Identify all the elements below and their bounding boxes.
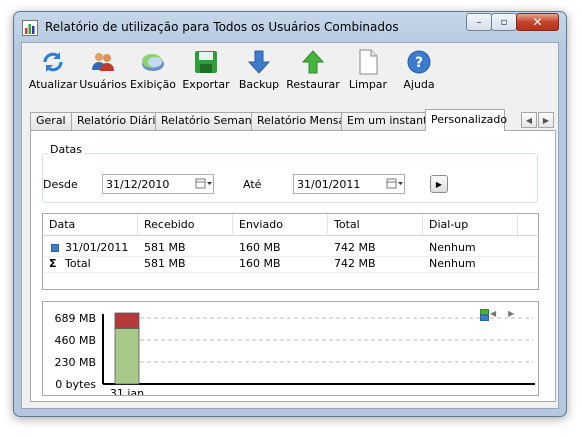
clear-label: Limpar [348,78,388,91]
row-sent: 160 MB [239,241,281,254]
view-label: Exibição [129,78,177,91]
minimize-button[interactable]: – [466,13,492,31]
export-label: Exportar [182,78,230,91]
apply-dates-button[interactable]: ▶ [430,175,448,193]
svg-text:?: ? [415,55,423,71]
to-date-picker[interactable]: 31/01/2011 [293,174,405,194]
usage-chart: 0 bytes 230 MB 460 MB 689 MB 31 jan ◀ ▶ [42,301,539,396]
from-date-picker[interactable]: 31/12/2010 [102,174,214,194]
from-label: Desde [43,178,78,191]
chart-nav: ◀ ▶ [480,309,514,321]
y-tick-label: 689 MB [54,312,96,325]
to-label: Até [243,178,262,191]
legend-icon[interactable] [480,309,489,321]
table-header: Data Recebido Enviado Total Dial-up [43,214,538,236]
close-button[interactable]: ✕ [516,13,559,31]
backup-button[interactable]: Backup [238,49,280,103]
usage-table: Data Recebido Enviado Total Dial-up 31/0… [42,213,539,290]
column-recebido[interactable]: Recebido [138,214,233,235]
table-row-total[interactable]: Σ Total 581 MB 160 MB 742 MB Nenhum [43,256,538,272]
row-sent: 160 MB [239,257,281,270]
backup-label: Backup [238,78,280,91]
arrow-down-icon [247,50,271,74]
refresh-label: Atualizar [28,78,78,91]
column-enviado[interactable]: Enviado [233,214,328,235]
bar-segment [114,327,140,385]
tab-em-um-instante[interactable]: Em um instante [341,112,434,130]
row-date: 31/01/2011 [65,241,129,254]
row-dialup: Nenhum [429,241,476,254]
export-button[interactable]: Exportar [182,49,230,103]
main-window: Relatório de utilização para Todos os Us… [13,11,567,417]
users-button[interactable]: Usuários [79,49,127,103]
row-dialup: Nenhum [429,257,476,270]
row-received: 581 MB [144,257,186,270]
row-date: Total [65,257,91,270]
document-icon [359,49,378,75]
tab-geral[interactable]: Geral [30,112,72,130]
column-dialup[interactable]: Dial-up [423,214,518,235]
dates-group-label: Datas [48,143,84,156]
help-button[interactable]: ? Ajuda [400,49,438,103]
calendar-dropdown-icon[interactable] [386,175,404,193]
y-tick-label: 460 MB [54,334,96,347]
toolbar: Atualizar Usuários Exibição Exportar Bac… [22,43,558,109]
day-icon [51,240,59,256]
app-chart-icon [22,20,38,36]
table-row[interactable]: 31/01/2011 581 MB 160 MB 742 MB Nenhum [43,240,538,256]
view-button[interactable]: Exibição [130,49,176,103]
tab-scroll-right-button[interactable]: ▶ [538,112,554,128]
column-data[interactable]: Data [43,214,138,235]
x-tick-label: 31 jan [110,387,144,395]
users-label: Usuários [79,78,127,91]
help-icon: ? [407,50,431,74]
calendar-dropdown-icon[interactable] [195,175,213,193]
users-icon [92,53,114,71]
tab-panel-personalizado: Datas Desde 31/12/2010 Até 31/01/2011 ▶ … [30,130,556,402]
restore-button[interactable]: Restaurar [286,49,340,103]
play-icon: ▶ [435,179,443,189]
window-title: Relatório de utilização para Todos os Us… [45,20,399,34]
y-tick-label: 230 MB [54,356,96,369]
refresh-icon [43,52,63,72]
save-icon [195,51,217,73]
row-received: 581 MB [144,241,186,254]
view-icon [142,54,164,71]
tab-strip: Geral Relatório Diário Relatório Semanal… [30,109,534,131]
tab-personalizado[interactable]: Personalizado [425,109,507,131]
caption-buttons: – ▫ ✕ [466,13,559,31]
tab-relatorio-diario[interactable]: Relatório Diário [71,112,162,130]
clear-button[interactable]: Limpar [349,49,387,103]
row-total: 742 MB [334,241,376,254]
tab-scroll-buttons: ◀ ▶ [521,112,555,128]
bar-segment [114,312,140,329]
chart-next-icon[interactable]: ▶ [508,309,514,318]
row-total: 742 MB [334,257,376,270]
maximize-button[interactable]: ▫ [491,13,517,31]
usage-chart-svg: 0 bytes 230 MB 460 MB 689 MB 31 jan [54,312,535,395]
to-date-value: 31/01/2011 [297,177,361,191]
tab-relatorio-semanal[interactable]: Relatório Semanal [155,112,262,130]
client-area: Atualizar Usuários Exibição Exportar Bac… [21,42,559,409]
restore-label: Restaurar [286,78,340,91]
tab-scroll-left-button[interactable]: ◀ [521,112,537,128]
title-bar[interactable]: Relatório de utilização para Todos os Us… [14,12,566,42]
help-label: Ajuda [403,78,435,91]
chart-prev-icon[interactable]: ◀ [490,309,496,318]
tab-relatorio-mensal[interactable]: Relatório Mensal [251,112,348,130]
from-date-value: 31/12/2010 [106,177,170,191]
refresh-button[interactable]: Atualizar [28,49,78,103]
sigma-icon: Σ [49,257,57,270]
column-total[interactable]: Total [328,214,423,235]
y-tick-label: 0 bytes [55,378,96,391]
arrow-up-icon [301,50,325,74]
